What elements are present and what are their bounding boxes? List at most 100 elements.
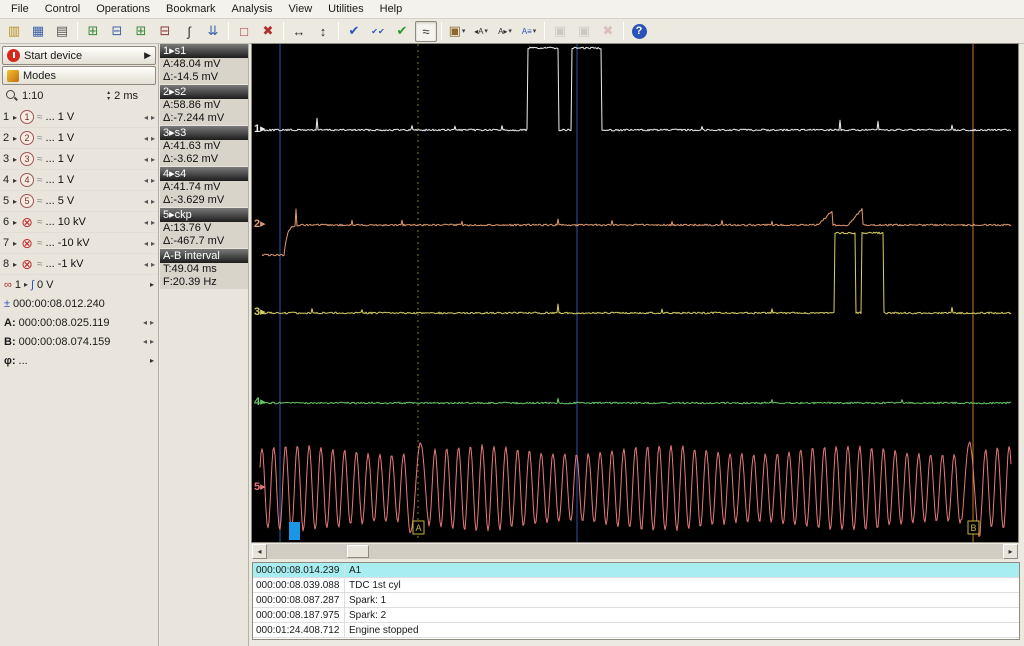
cut-fragment-button[interactable]: ✖ [257, 21, 279, 42]
channel-disabled-icon[interactable]: ⊗ [20, 215, 34, 229]
channel-badge-icon[interactable]: 1 [20, 110, 35, 124]
scope-label-ch3[interactable]: 3▸ [254, 305, 266, 318]
channel-badge-icon[interactable]: 5 [20, 194, 35, 208]
start-device-button[interactable]: Start device ▶ [2, 46, 156, 65]
marker-b-right-icon[interactable]: ▸ [150, 337, 154, 346]
trigger-channel-arrow-icon[interactable]: ▸ [24, 280, 28, 289]
save-button[interactable]: ▦ [27, 21, 49, 42]
copy-image-button[interactable]: ⊞ [82, 21, 104, 42]
event-row[interactable]: 000:00:08.014.239 A1 [253, 563, 1019, 578]
channel-scale-decrease-icon[interactable]: ◂ [144, 134, 148, 143]
channel-dropdown-icon[interactable]: ▸ [13, 239, 17, 248]
channel-badge-icon[interactable]: 3 [20, 152, 35, 166]
channel-scale-increase-icon[interactable]: ▸ [151, 218, 155, 227]
scope-display[interactable]: AB 1▸ 2▸ 3▸ 4▸ 5▸ [251, 43, 1019, 543]
measurement-header[interactable]: A-B interval [160, 249, 248, 263]
marker-a-left-icon[interactable]: ◂ [143, 318, 147, 327]
channel-scale-decrease-icon[interactable]: ◂ [144, 197, 148, 206]
trigger-row[interactable]: ∞ 1 ▸ ∫ 0 V ▸ [0, 275, 158, 294]
channel-disabled-icon[interactable]: ⊗ [20, 257, 34, 271]
sort-traces-button[interactable]: ⇊ [202, 21, 224, 42]
quick-check-button[interactable]: ✔ [391, 21, 413, 42]
measurement-header[interactable]: 3▸s3 [160, 126, 248, 140]
phase-row[interactable]: φ: ... ▸ [0, 351, 158, 370]
channel-dropdown-icon[interactable]: ▸ [13, 176, 17, 185]
modes-button[interactable]: Modes [2, 66, 156, 85]
next-bookmark-button[interactable]: A▸ ▾ [494, 21, 516, 42]
analyze-button[interactable]: ✔ [343, 21, 365, 42]
report-button[interactable]: ▣ ▾ [446, 21, 468, 42]
trigger-channel[interactable]: 1 [15, 279, 21, 291]
script-view-button[interactable]: ≈ [415, 20, 437, 42]
channel-disabled-icon[interactable]: ⊗ [20, 236, 34, 250]
menu-file[interactable]: File [3, 1, 37, 17]
channel-scale-decrease-icon[interactable]: ◂ [144, 260, 148, 269]
scope-label-ch1[interactable]: 1▸ [254, 122, 266, 135]
channel-scale-label[interactable]: ... 1 V [46, 111, 141, 123]
channel-dropdown-icon[interactable]: ▸ [13, 155, 17, 164]
select-frame-button[interactable]: □ [233, 21, 255, 42]
channel-dropdown-icon[interactable]: ▸ [13, 260, 17, 269]
help-button[interactable]: ? [628, 21, 650, 42]
channel-row-3[interactable]: 3 ▸ 3 ≈... 1 V ◂ ▸ [0, 149, 158, 170]
channel-scale-decrease-icon[interactable]: ◂ [144, 239, 148, 248]
menu-operations[interactable]: Operations [88, 1, 158, 17]
event-row[interactable]: 000:00:08.187.975 Spark: 2 [253, 608, 1019, 623]
start-device-dropdown-icon[interactable]: ▶ [144, 50, 151, 61]
scroll-track[interactable] [267, 544, 1003, 559]
scope-label-ch4[interactable]: 4▸ [254, 395, 266, 408]
channel-scale-decrease-icon[interactable]: ◂ [144, 218, 148, 227]
open-button[interactable]: ▥ [3, 21, 25, 42]
menu-help[interactable]: Help [372, 1, 411, 17]
channel-scale-increase-icon[interactable]: ▸ [151, 239, 155, 248]
channel-scale-increase-icon[interactable]: ▸ [151, 176, 155, 185]
channel-badge-icon[interactable]: 2 [20, 131, 35, 145]
measurement-header[interactable]: 2▸s2 [160, 85, 248, 99]
menu-view[interactable]: View [281, 1, 321, 17]
channel-scale-label[interactable]: ... -1 kV [46, 258, 141, 270]
event-row[interactable]: 000:00:08.087.287 Spark: 1 [253, 593, 1019, 608]
channel-dropdown-icon[interactable]: ▸ [13, 113, 17, 122]
measurement-header[interactable]: 1▸s1 [160, 44, 248, 58]
channel-scale-label[interactable]: ... 1 V [46, 132, 141, 144]
channel-scale-label[interactable]: ... 10 kV [46, 216, 141, 228]
channel-row-8[interactable]: 8 ▸ ⊗ ≈... -1 kV ◂ ▸ [0, 254, 158, 275]
timebase-value[interactable]: 2 ms [114, 90, 138, 102]
prev-bookmark-button[interactable]: ◂A ▾ [470, 21, 492, 42]
channel-scale-increase-icon[interactable]: ▸ [151, 155, 155, 164]
stretch-y-button[interactable]: ↕ [312, 21, 334, 42]
channel-scale-decrease-icon[interactable]: ◂ [144, 176, 148, 185]
curve-button[interactable]: ∫ [178, 21, 200, 42]
scroll-thumb[interactable] [347, 545, 369, 558]
marker-b-left-icon[interactable]: ◂ [143, 337, 147, 346]
channel-scale-increase-icon[interactable]: ▸ [151, 197, 155, 206]
channel-badge-icon[interactable]: 4 [20, 173, 35, 187]
dropdown-arrow-icon[interactable]: ▾ [462, 27, 466, 35]
menu-bookmark[interactable]: Bookmark [158, 1, 224, 17]
trigger-level[interactable]: 0 V [37, 279, 54, 291]
bookmark-list-button[interactable]: A≡ ▾ [518, 21, 540, 42]
scope-label-ch2[interactable]: 2▸ [254, 217, 266, 230]
channel-scale-increase-icon[interactable]: ▸ [151, 134, 155, 143]
channel-dropdown-icon[interactable]: ▸ [13, 218, 17, 227]
marker-a-row[interactable]: A: 000:00:08.025.119 ◂ ▸ [0, 313, 158, 332]
analyze-all-button[interactable]: ✔✔ [367, 21, 389, 42]
channel-scale-increase-icon[interactable]: ▸ [151, 260, 155, 269]
scroll-right-button[interactable]: ▸ [1003, 544, 1018, 559]
channel-row-2[interactable]: 2 ▸ 2 ≈... 1 V ◂ ▸ [0, 128, 158, 149]
trigger-slope-icon[interactable]: ∫ [31, 279, 34, 291]
channel-scale-decrease-icon[interactable]: ◂ [144, 155, 148, 164]
zoom-value[interactable]: 1:10 [22, 90, 43, 102]
marker-a-right-icon[interactable]: ▸ [150, 318, 154, 327]
menu-control[interactable]: Control [37, 1, 88, 17]
event-row[interactable]: 000:00:08.039.088 TDC 1st cyl [253, 578, 1019, 593]
marker-b-row[interactable]: B: 000:00:08.074.159 ◂ ▸ [0, 332, 158, 351]
channel-scale-label[interactable]: ... -10 kV [46, 237, 141, 249]
save-signal-button[interactable]: ⊟ [154, 21, 176, 42]
trigger-position-mark[interactable] [289, 522, 300, 540]
dropdown-arrow-icon[interactable]: ▾ [508, 27, 512, 35]
channel-dropdown-icon[interactable]: ▸ [13, 197, 17, 206]
phase-more-icon[interactable]: ▸ [150, 356, 154, 365]
print-button[interactable]: ▤ [51, 21, 73, 42]
channel-scale-label[interactable]: ... 5 V [46, 195, 141, 207]
